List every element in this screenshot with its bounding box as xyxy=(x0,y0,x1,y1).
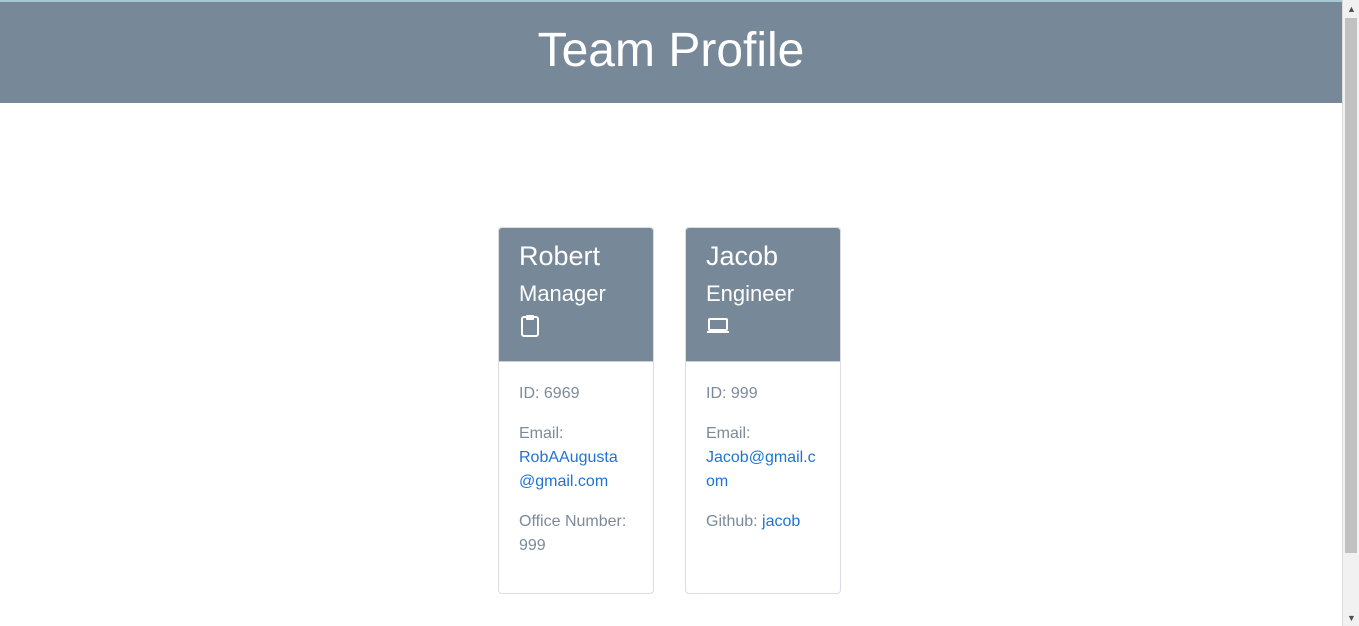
github-label: Github: xyxy=(706,513,758,530)
employee-id-row: ID: 6969 xyxy=(519,382,633,406)
card-body: ID: 6969 Email: RobAAugusta@gmail.com Of… xyxy=(499,362,653,558)
id-label: ID: xyxy=(706,385,727,402)
office-number-value: 999 xyxy=(519,537,546,554)
employee-role: Engineer xyxy=(706,281,795,306)
email-link[interactable]: Jacob@gmail.com xyxy=(706,449,816,490)
page-title: Team Profile xyxy=(537,23,805,77)
office-number-label: Office Number: xyxy=(519,513,627,530)
clipboard-icon xyxy=(519,314,633,338)
manager-card: Robert Manager ID: 6969 Email: RobAAugus… xyxy=(498,227,654,594)
scrollbar-thumb[interactable] xyxy=(1345,18,1357,553)
laptop-icon xyxy=(706,314,820,338)
id-label: ID: xyxy=(519,385,540,402)
employee-id-row: ID: 999 xyxy=(706,382,820,406)
id-value: 999 xyxy=(730,385,758,402)
card-header: Robert Manager xyxy=(499,228,653,362)
employee-name: Jacob xyxy=(706,241,779,271)
vertical-scrollbar[interactable]: ▲ ▼ xyxy=(1342,0,1359,626)
page-header: Team Profile xyxy=(0,2,1342,103)
github-row: Github: jacob xyxy=(706,510,820,534)
employee-role: Manager xyxy=(519,281,606,306)
card-header: Jacob Engineer xyxy=(686,228,840,362)
browser-viewport: Team Profile Robert Manager ID: 6969 Ema… xyxy=(0,0,1359,626)
page: Team Profile Robert Manager ID: 6969 Ema… xyxy=(0,0,1342,626)
email-row: Email: Jacob@gmail.com xyxy=(706,422,820,494)
employee-name: Robert xyxy=(519,241,601,271)
github-link[interactable]: jacob xyxy=(762,513,800,530)
scroll-down-arrow-icon[interactable]: ▼ xyxy=(1343,609,1359,626)
email-link[interactable]: RobAAugusta@gmail.com xyxy=(519,449,618,490)
office-number-row: Office Number: 999 xyxy=(519,510,633,558)
scroll-up-arrow-icon[interactable]: ▲ xyxy=(1343,0,1359,17)
email-row: Email: RobAAugusta@gmail.com xyxy=(519,422,633,494)
id-value: 6969 xyxy=(543,385,580,402)
card-body: ID: 999 Email: Jacob@gmail.com Github: j… xyxy=(686,362,840,534)
engineer-card: Jacob Engineer ID: 999 Email: Jacob@gmai… xyxy=(685,227,841,594)
email-label: Email: xyxy=(706,425,751,442)
email-label: Email: xyxy=(519,425,564,442)
